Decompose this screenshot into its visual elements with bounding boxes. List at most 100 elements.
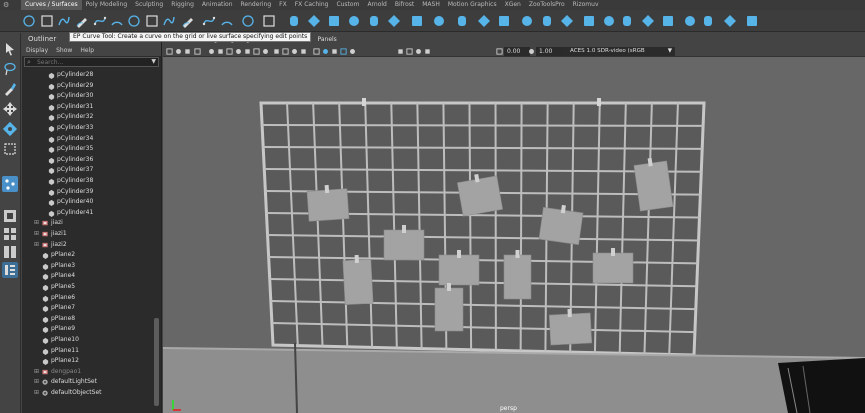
shelf-tab-arnold[interactable]: Arnold xyxy=(363,0,390,10)
expand-toggle-icon[interactable]: ⊞ xyxy=(34,218,40,229)
nurbs-circle-icon[interactable] xyxy=(22,14,36,28)
select-tool-icon[interactable] xyxy=(2,41,18,57)
outliner-item[interactable]: ⊞ jiazi xyxy=(22,218,152,229)
shelf-tab-rendering[interactable]: Rendering xyxy=(237,0,276,10)
shelf-menu-icon[interactable]: ⚙ xyxy=(3,1,17,9)
color-space-dropdown[interactable]: ACES 1.0 SDR-video (sRGB ▼ xyxy=(562,47,675,56)
exposure-icon[interactable] xyxy=(496,48,503,55)
viewport-panel[interactable]: ViewShadingLightingShowRendererPanels 0.… xyxy=(163,33,865,413)
single-pane-layout-icon[interactable] xyxy=(2,208,18,224)
motion-blur-icon[interactable] xyxy=(340,48,347,55)
shelf-tab-rigging[interactable]: Rigging xyxy=(167,0,198,10)
smooth-shade-icon[interactable] xyxy=(282,48,289,55)
arc-tool-icon[interactable] xyxy=(110,14,124,28)
extrude-icon[interactable] xyxy=(477,14,491,28)
trim-icon[interactable] xyxy=(620,14,634,28)
outliner-item[interactable]: pPlane11 xyxy=(22,346,152,357)
expand-toggle-icon[interactable]: ⊞ xyxy=(34,367,40,378)
boundary-icon[interactable] xyxy=(520,14,534,28)
outliner-item[interactable]: ⊞ dengpao1 xyxy=(22,367,152,378)
insert-knot-icon[interactable] xyxy=(202,14,216,28)
xray-icon[interactable] xyxy=(406,48,413,55)
outliner-item[interactable]: ⊞ defaultObjectSet xyxy=(22,388,152,399)
outliner-item[interactable]: pPlane3 xyxy=(22,261,152,272)
shelf-tab-fx-caching[interactable]: FX Caching xyxy=(291,0,333,10)
extend-curve-icon[interactable] xyxy=(220,14,234,28)
outliner-item[interactable]: pCylinder38 xyxy=(22,176,152,187)
revolve-icon[interactable] xyxy=(410,14,424,28)
select-camera-icon[interactable] xyxy=(166,48,173,55)
outliner-item[interactable]: ⊞ jiazi1 xyxy=(22,229,152,240)
detach-curves-icon[interactable] xyxy=(162,14,176,28)
curve-edit-icon[interactable] xyxy=(127,14,141,28)
outliner-item[interactable]: ⊞ jiazi2 xyxy=(22,240,152,251)
nurbs-square-icon[interactable] xyxy=(40,14,54,28)
outliner-item[interactable]: pPlane12 xyxy=(22,356,152,367)
scale-tool-icon[interactable] xyxy=(2,141,18,157)
use-all-lights-icon[interactable] xyxy=(313,48,320,55)
viewport-scene[interactable] xyxy=(163,58,865,413)
exposure-field[interactable]: 0.00 xyxy=(504,47,530,56)
gate-mask-icon[interactable] xyxy=(235,48,242,55)
four-pane-layout-icon[interactable] xyxy=(2,226,18,242)
outliner-scrollbar[interactable] xyxy=(153,70,160,410)
search-options-dropdown-icon[interactable]: ▼ xyxy=(151,58,156,66)
outliner-item[interactable]: pCylinder32 xyxy=(22,112,152,123)
shelf-tab-bifrost[interactable]: Bifrost xyxy=(391,0,418,10)
outliner-menu-show[interactable]: Show xyxy=(52,45,76,56)
nurbs-cone-icon[interactable] xyxy=(347,14,361,28)
outliner-search-input[interactable] xyxy=(25,58,158,67)
outliner-menu-display[interactable]: Display xyxy=(22,45,52,56)
field-chart-icon[interactable] xyxy=(244,48,251,55)
rebuild-curve-icon[interactable] xyxy=(181,14,195,28)
intersect-icon[interactable] xyxy=(582,14,596,28)
shelf-tab-mash[interactable]: MASH xyxy=(418,0,444,10)
wireframe-icon[interactable] xyxy=(273,48,280,55)
outliner-item[interactable]: pCylinder35 xyxy=(22,144,152,155)
attach-surfaces-icon[interactable] xyxy=(723,14,737,28)
shelf-tab-curves-surfaces[interactable]: Curves / Surfaces xyxy=(21,0,82,10)
outliner-item[interactable]: pCylinder37 xyxy=(22,165,152,176)
film-gate-icon[interactable] xyxy=(217,48,224,55)
outliner-item[interactable]: pCylinder31 xyxy=(22,102,152,113)
isolate-select-icon[interactable] xyxy=(397,48,404,55)
nurbs-torus-icon[interactable] xyxy=(387,14,401,28)
offset-curve-icon[interactable] xyxy=(241,14,255,28)
outliner-item[interactable]: pPlane6 xyxy=(22,293,152,304)
default-material-icon[interactable] xyxy=(291,48,298,55)
outliner-layout-icon[interactable] xyxy=(2,262,18,278)
outliner-item[interactable]: pPlane10 xyxy=(22,335,152,346)
outliner-menu-help[interactable]: Help xyxy=(76,45,98,56)
outliner-item[interactable]: pPlane4 xyxy=(22,271,152,282)
outliner-item[interactable]: pCylinder41 xyxy=(22,208,152,219)
shelf-tab-custom[interactable]: Custom xyxy=(332,0,363,10)
grid-icon[interactable] xyxy=(208,48,215,55)
backface-culling-icon[interactable] xyxy=(424,48,431,55)
reverse-curve-icon[interactable] xyxy=(262,14,276,28)
expand-toggle-icon[interactable]: ⊞ xyxy=(34,229,40,240)
paint-select-tool-icon[interactable] xyxy=(2,81,18,97)
ambient-occlusion-icon[interactable] xyxy=(331,48,338,55)
shelf-tab-sculpting[interactable]: Sculpting xyxy=(131,0,167,10)
resolution-gate-icon[interactable] xyxy=(226,48,233,55)
outliner-item[interactable]: pCylinder30 xyxy=(22,91,152,102)
attach-curves-icon[interactable] xyxy=(145,14,159,28)
last-tool-icon[interactable] xyxy=(2,176,18,192)
expand-toggle-icon[interactable]: ⊞ xyxy=(34,377,40,388)
bookmark-icon[interactable] xyxy=(184,48,191,55)
nurbs-cylinder-icon[interactable] xyxy=(327,14,341,28)
outliner-item[interactable]: pCylinder39 xyxy=(22,187,152,198)
shelf-tab-motion-graphics[interactable]: Motion Graphics xyxy=(444,0,501,10)
textured-icon[interactable] xyxy=(300,48,307,55)
safe-action-icon[interactable] xyxy=(253,48,260,55)
outliner-item[interactable]: pCylinder34 xyxy=(22,134,152,145)
outliner-item[interactable]: pCylinder29 xyxy=(22,81,152,92)
viewport-menu-panels[interactable]: Panels xyxy=(313,36,340,43)
ep-curve-tool-icon[interactable] xyxy=(57,14,71,28)
side-by-side-layout-icon[interactable] xyxy=(2,244,18,260)
outliner-item[interactable]: pCylinder40 xyxy=(22,197,152,208)
project-curve-icon[interactable] xyxy=(602,14,616,28)
expand-toggle-icon[interactable]: ⊞ xyxy=(34,240,40,251)
outliner-item[interactable]: pPlane5 xyxy=(22,282,152,293)
shelf-tab-rizomuv[interactable]: Rizomuv xyxy=(569,0,603,10)
